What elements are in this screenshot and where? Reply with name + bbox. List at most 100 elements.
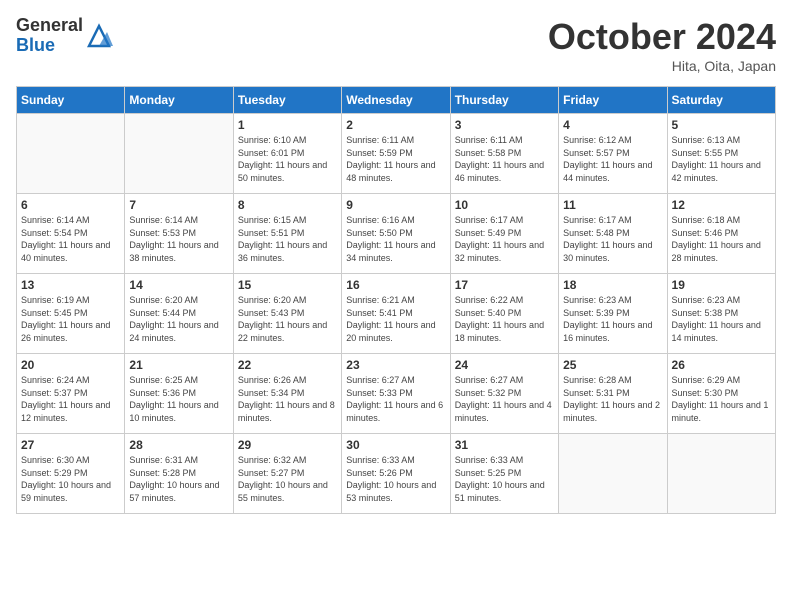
day-number: 1 bbox=[238, 118, 337, 132]
calendar-week-2: 6Sunrise: 6:14 AM Sunset: 5:54 PM Daylig… bbox=[17, 194, 776, 274]
calendar-cell: 11Sunrise: 6:17 AM Sunset: 5:48 PM Dayli… bbox=[559, 194, 667, 274]
day-number: 31 bbox=[455, 438, 554, 452]
calendar-week-5: 27Sunrise: 6:30 AM Sunset: 5:29 PM Dayli… bbox=[17, 434, 776, 514]
header-friday: Friday bbox=[559, 87, 667, 114]
day-info: Sunrise: 6:16 AM Sunset: 5:50 PM Dayligh… bbox=[346, 214, 445, 264]
calendar-cell bbox=[125, 114, 233, 194]
day-number: 14 bbox=[129, 278, 228, 292]
location: Hita, Oita, Japan bbox=[548, 58, 776, 74]
logo: General Blue bbox=[16, 16, 113, 56]
calendar-table: SundayMondayTuesdayWednesdayThursdayFrid… bbox=[16, 86, 776, 514]
calendar-cell: 27Sunrise: 6:30 AM Sunset: 5:29 PM Dayli… bbox=[17, 434, 125, 514]
day-info: Sunrise: 6:17 AM Sunset: 5:49 PM Dayligh… bbox=[455, 214, 554, 264]
calendar-cell: 2 Sunrise: 6:11 AM Sunset: 5:59 PM Daylig… bbox=[342, 114, 450, 194]
day-info: Sunrise: 6:30 AM Sunset: 5:29 PM Dayligh… bbox=[21, 454, 120, 504]
calendar-cell: 9 Sunrise: 6:16 AM Sunset: 5:50 PM Daylig… bbox=[342, 194, 450, 274]
day-info: Sunrise: 6:20 AM Sunset: 5:43 PM Dayligh… bbox=[238, 294, 337, 344]
calendar-cell: 13 Sunrise: 6:19 AM Sunset: 5:45 PM Dayli… bbox=[17, 274, 125, 354]
calendar-cell bbox=[667, 434, 775, 514]
day-number: 7 bbox=[129, 198, 228, 212]
calendar-cell: 20Sunrise: 6:24 AM Sunset: 5:37 PM Dayli… bbox=[17, 354, 125, 434]
calendar-cell: 26 Sunrise: 6:29 AM Sunset: 5:30 PM Dayli… bbox=[667, 354, 775, 434]
day-number: 24 bbox=[455, 358, 554, 372]
calendar-week-4: 20Sunrise: 6:24 AM Sunset: 5:37 PM Dayli… bbox=[17, 354, 776, 434]
day-info: Sunrise: 6:31 AM Sunset: 5:28 PM Dayligh… bbox=[129, 454, 228, 504]
day-number: 21 bbox=[129, 358, 228, 372]
day-info: Sunrise: 6:19 AM Sunset: 5:45 PM Dayligh… bbox=[21, 294, 120, 344]
calendar-cell: 14Sunrise: 6:20 AM Sunset: 5:44 PM Dayli… bbox=[125, 274, 233, 354]
day-number: 17 bbox=[455, 278, 554, 292]
header-thursday: Thursday bbox=[450, 87, 558, 114]
calendar-cell: 23 Sunrise: 6:27 AM Sunset: 5:33 PM Dayli… bbox=[342, 354, 450, 434]
day-number: 13 bbox=[21, 278, 120, 292]
day-number: 28 bbox=[129, 438, 228, 452]
day-number: 8 bbox=[238, 198, 337, 212]
day-number: 30 bbox=[346, 438, 445, 452]
day-info: Sunrise: 6:11 AM Sunset: 5:59 PM Dayligh… bbox=[346, 134, 445, 184]
calendar-cell: 22 Sunrise: 6:26 AM Sunset: 5:34 PM Dayli… bbox=[233, 354, 341, 434]
calendar-cell: 3 Sunrise: 6:11 AM Sunset: 5:58 PM Daylig… bbox=[450, 114, 558, 194]
day-info: Sunrise: 6:26 AM Sunset: 5:34 PM Dayligh… bbox=[238, 374, 337, 424]
calendar-week-1: 1 Sunrise: 6:10 AM Sunset: 6:01 PM Daylig… bbox=[17, 114, 776, 194]
calendar-cell: 24 Sunrise: 6:27 AM Sunset: 5:32 PM Dayli… bbox=[450, 354, 558, 434]
page-header: General Blue October 2024 Hita, Oita, Ja… bbox=[16, 16, 776, 74]
day-number: 18 bbox=[563, 278, 662, 292]
day-info: Sunrise: 6:28 AM Sunset: 5:31 PM Dayligh… bbox=[563, 374, 662, 424]
day-number: 3 bbox=[455, 118, 554, 132]
calendar-header-row: SundayMondayTuesdayWednesdayThursdayFrid… bbox=[17, 87, 776, 114]
day-number: 9 bbox=[346, 198, 445, 212]
day-info: Sunrise: 6:33 AM Sunset: 5:26 PM Dayligh… bbox=[346, 454, 445, 504]
calendar-cell: 28 Sunrise: 6:31 AM Sunset: 5:28 PM Dayli… bbox=[125, 434, 233, 514]
logo-general-text: General bbox=[16, 15, 83, 35]
day-number: 2 bbox=[346, 118, 445, 132]
day-info: Sunrise: 6:12 AM Sunset: 5:57 PM Dayligh… bbox=[563, 134, 662, 184]
header-tuesday: Tuesday bbox=[233, 87, 341, 114]
header-saturday: Saturday bbox=[667, 87, 775, 114]
logo-blue-text: Blue bbox=[16, 35, 55, 55]
day-info: Sunrise: 6:25 AM Sunset: 5:36 PM Dayligh… bbox=[129, 374, 228, 424]
day-number: 23 bbox=[346, 358, 445, 372]
day-info: Sunrise: 6:23 AM Sunset: 5:39 PM Dayligh… bbox=[563, 294, 662, 344]
day-number: 6 bbox=[21, 198, 120, 212]
day-number: 5 bbox=[672, 118, 771, 132]
calendar-cell: 4 Sunrise: 6:12 AM Sunset: 5:57 PM Daylig… bbox=[559, 114, 667, 194]
day-number: 20 bbox=[21, 358, 120, 372]
day-number: 4 bbox=[563, 118, 662, 132]
day-info: Sunrise: 6:29 AM Sunset: 5:30 PM Dayligh… bbox=[672, 374, 771, 424]
day-info: Sunrise: 6:33 AM Sunset: 5:25 PM Dayligh… bbox=[455, 454, 554, 504]
calendar-cell: 25 Sunrise: 6:28 AM Sunset: 5:31 PM Dayli… bbox=[559, 354, 667, 434]
day-number: 15 bbox=[238, 278, 337, 292]
day-number: 26 bbox=[672, 358, 771, 372]
header-sunday: Sunday bbox=[17, 87, 125, 114]
day-number: 25 bbox=[563, 358, 662, 372]
day-number: 19 bbox=[672, 278, 771, 292]
day-info: Sunrise: 6:27 AM Sunset: 5:32 PM Dayligh… bbox=[455, 374, 554, 424]
day-info: Sunrise: 6:11 AM Sunset: 5:58 PM Dayligh… bbox=[455, 134, 554, 184]
day-number: 11 bbox=[563, 198, 662, 212]
calendar-cell: 15 Sunrise: 6:20 AM Sunset: 5:43 PM Dayli… bbox=[233, 274, 341, 354]
calendar-cell: 31 Sunrise: 6:33 AM Sunset: 5:25 PM Dayli… bbox=[450, 434, 558, 514]
calendar-cell: 5 Sunrise: 6:13 AM Sunset: 5:55 PM Daylig… bbox=[667, 114, 775, 194]
month-title: October 2024 bbox=[548, 16, 776, 58]
day-number: 12 bbox=[672, 198, 771, 212]
day-number: 10 bbox=[455, 198, 554, 212]
day-info: Sunrise: 6:23 AM Sunset: 5:38 PM Dayligh… bbox=[672, 294, 771, 344]
calendar-cell bbox=[17, 114, 125, 194]
day-number: 22 bbox=[238, 358, 337, 372]
calendar-cell: 16Sunrise: 6:21 AM Sunset: 5:41 PM Dayli… bbox=[342, 274, 450, 354]
calendar-cell: 30 Sunrise: 6:33 AM Sunset: 5:26 PM Dayli… bbox=[342, 434, 450, 514]
day-info: Sunrise: 6:22 AM Sunset: 5:40 PM Dayligh… bbox=[455, 294, 554, 344]
calendar-cell: 10 Sunrise: 6:17 AM Sunset: 5:49 PM Dayli… bbox=[450, 194, 558, 274]
header-wednesday: Wednesday bbox=[342, 87, 450, 114]
day-info: Sunrise: 6:27 AM Sunset: 5:33 PM Dayligh… bbox=[346, 374, 445, 424]
calendar-cell: 18 Sunrise: 6:23 AM Sunset: 5:39 PM Dayli… bbox=[559, 274, 667, 354]
calendar-cell bbox=[559, 434, 667, 514]
day-number: 29 bbox=[238, 438, 337, 452]
day-info: Sunrise: 6:10 AM Sunset: 6:01 PM Dayligh… bbox=[238, 134, 337, 184]
day-info: Sunrise: 6:15 AM Sunset: 5:51 PM Dayligh… bbox=[238, 214, 337, 264]
calendar-cell: 7Sunrise: 6:14 AM Sunset: 5:53 PM Daylig… bbox=[125, 194, 233, 274]
logo-icon bbox=[85, 22, 113, 50]
header-monday: Monday bbox=[125, 87, 233, 114]
day-info: Sunrise: 6:13 AM Sunset: 5:55 PM Dayligh… bbox=[672, 134, 771, 184]
calendar-cell: 19 Sunrise: 6:23 AM Sunset: 5:38 PM Dayli… bbox=[667, 274, 775, 354]
